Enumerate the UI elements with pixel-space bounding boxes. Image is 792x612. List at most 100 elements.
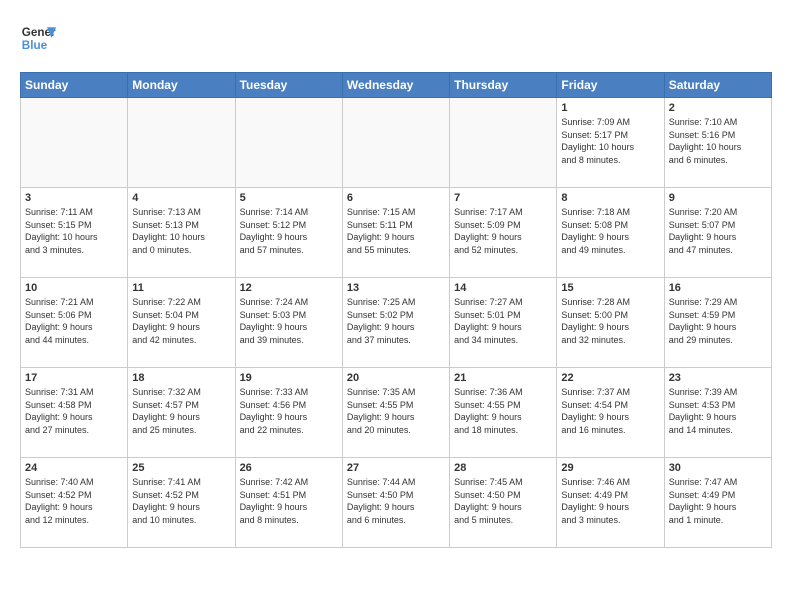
calendar-cell: 28 Sunrise: 7:45 AM Sunset: 4:50 PM Dayli… bbox=[450, 458, 557, 548]
day-number: 16 bbox=[669, 282, 767, 294]
day-number: 5 bbox=[240, 192, 338, 204]
day-number: 28 bbox=[454, 462, 552, 474]
day-info: Sunrise: 7:39 AM Sunset: 4:53 PM Dayligh… bbox=[669, 386, 767, 436]
calendar-cell: 6 Sunrise: 7:15 AM Sunset: 5:11 PM Daylig… bbox=[342, 188, 449, 278]
day-info: Sunrise: 7:10 AM Sunset: 5:16 PM Dayligh… bbox=[669, 116, 767, 166]
day-info: Sunrise: 7:15 AM Sunset: 5:11 PM Dayligh… bbox=[347, 206, 445, 256]
calendar-cell: 9 Sunrise: 7:20 AM Sunset: 5:07 PM Daylig… bbox=[664, 188, 771, 278]
day-number: 6 bbox=[347, 192, 445, 204]
calendar-cell: 29 Sunrise: 7:46 AM Sunset: 4:49 PM Dayli… bbox=[557, 458, 664, 548]
day-number: 20 bbox=[347, 372, 445, 384]
calendar-cell: 7 Sunrise: 7:17 AM Sunset: 5:09 PM Daylig… bbox=[450, 188, 557, 278]
day-number: 30 bbox=[669, 462, 767, 474]
day-info: Sunrise: 7:40 AM Sunset: 4:52 PM Dayligh… bbox=[25, 476, 123, 526]
calendar-cell: 11 Sunrise: 7:22 AM Sunset: 5:04 PM Dayli… bbox=[128, 278, 235, 368]
day-info: Sunrise: 7:09 AM Sunset: 5:17 PM Dayligh… bbox=[561, 116, 659, 166]
day-number: 24 bbox=[25, 462, 123, 474]
day-info: Sunrise: 7:17 AM Sunset: 5:09 PM Dayligh… bbox=[454, 206, 552, 256]
day-info: Sunrise: 7:35 AM Sunset: 4:55 PM Dayligh… bbox=[347, 386, 445, 436]
calendar-cell: 8 Sunrise: 7:18 AM Sunset: 5:08 PM Daylig… bbox=[557, 188, 664, 278]
weekday-header-tuesday: Tuesday bbox=[235, 73, 342, 98]
day-number: 26 bbox=[240, 462, 338, 474]
day-info: Sunrise: 7:31 AM Sunset: 4:58 PM Dayligh… bbox=[25, 386, 123, 436]
weekday-header-wednesday: Wednesday bbox=[342, 73, 449, 98]
day-info: Sunrise: 7:46 AM Sunset: 4:49 PM Dayligh… bbox=[561, 476, 659, 526]
day-number: 8 bbox=[561, 192, 659, 204]
day-number: 11 bbox=[132, 282, 230, 294]
day-info: Sunrise: 7:44 AM Sunset: 4:50 PM Dayligh… bbox=[347, 476, 445, 526]
calendar-table: SundayMondayTuesdayWednesdayThursdayFrid… bbox=[20, 72, 772, 548]
calendar-cell bbox=[342, 98, 449, 188]
day-number: 10 bbox=[25, 282, 123, 294]
day-number: 19 bbox=[240, 372, 338, 384]
day-number: 13 bbox=[347, 282, 445, 294]
svg-text:Blue: Blue bbox=[22, 39, 48, 52]
calendar-cell bbox=[450, 98, 557, 188]
day-number: 3 bbox=[25, 192, 123, 204]
calendar-cell: 17 Sunrise: 7:31 AM Sunset: 4:58 PM Dayli… bbox=[21, 368, 128, 458]
calendar-cell bbox=[128, 98, 235, 188]
day-info: Sunrise: 7:37 AM Sunset: 4:54 PM Dayligh… bbox=[561, 386, 659, 436]
day-info: Sunrise: 7:42 AM Sunset: 4:51 PM Dayligh… bbox=[240, 476, 338, 526]
day-number: 15 bbox=[561, 282, 659, 294]
logo: General Blue bbox=[20, 20, 56, 56]
calendar-cell: 21 Sunrise: 7:36 AM Sunset: 4:55 PM Dayli… bbox=[450, 368, 557, 458]
weekday-header-row: SundayMondayTuesdayWednesdayThursdayFrid… bbox=[21, 73, 772, 98]
calendar-cell: 24 Sunrise: 7:40 AM Sunset: 4:52 PM Dayli… bbox=[21, 458, 128, 548]
calendar-cell: 20 Sunrise: 7:35 AM Sunset: 4:55 PM Dayli… bbox=[342, 368, 449, 458]
calendar-cell bbox=[235, 98, 342, 188]
calendar-cell: 2 Sunrise: 7:10 AM Sunset: 5:16 PM Daylig… bbox=[664, 98, 771, 188]
day-number: 9 bbox=[669, 192, 767, 204]
calendar-cell: 25 Sunrise: 7:41 AM Sunset: 4:52 PM Dayli… bbox=[128, 458, 235, 548]
calendar-week-row: 1 Sunrise: 7:09 AM Sunset: 5:17 PM Daylig… bbox=[21, 98, 772, 188]
calendar-cell: 1 Sunrise: 7:09 AM Sunset: 5:17 PM Daylig… bbox=[557, 98, 664, 188]
calendar-cell: 18 Sunrise: 7:32 AM Sunset: 4:57 PM Dayli… bbox=[128, 368, 235, 458]
day-info: Sunrise: 7:45 AM Sunset: 4:50 PM Dayligh… bbox=[454, 476, 552, 526]
calendar-cell: 16 Sunrise: 7:29 AM Sunset: 4:59 PM Dayli… bbox=[664, 278, 771, 368]
calendar-week-row: 17 Sunrise: 7:31 AM Sunset: 4:58 PM Dayli… bbox=[21, 368, 772, 458]
day-number: 29 bbox=[561, 462, 659, 474]
day-info: Sunrise: 7:29 AM Sunset: 4:59 PM Dayligh… bbox=[669, 296, 767, 346]
calendar-cell: 10 Sunrise: 7:21 AM Sunset: 5:06 PM Dayli… bbox=[21, 278, 128, 368]
day-number: 14 bbox=[454, 282, 552, 294]
day-number: 18 bbox=[132, 372, 230, 384]
day-info: Sunrise: 7:14 AM Sunset: 5:12 PM Dayligh… bbox=[240, 206, 338, 256]
day-info: Sunrise: 7:41 AM Sunset: 4:52 PM Dayligh… bbox=[132, 476, 230, 526]
calendar-week-row: 3Sunrise: 7:11 AM Sunset: 5:15 PM Daylig… bbox=[21, 188, 772, 278]
day-info: Sunrise: 7:18 AM Sunset: 5:08 PM Dayligh… bbox=[561, 206, 659, 256]
day-info: Sunrise: 7:32 AM Sunset: 4:57 PM Dayligh… bbox=[132, 386, 230, 436]
day-number: 17 bbox=[25, 372, 123, 384]
day-number: 1 bbox=[561, 102, 659, 114]
day-number: 2 bbox=[669, 102, 767, 114]
calendar-cell: 14Sunrise: 7:27 AM Sunset: 5:01 PM Dayli… bbox=[450, 278, 557, 368]
calendar-cell: 30 Sunrise: 7:47 AM Sunset: 4:49 PM Dayli… bbox=[664, 458, 771, 548]
day-number: 21 bbox=[454, 372, 552, 384]
day-info: Sunrise: 7:24 AM Sunset: 5:03 PM Dayligh… bbox=[240, 296, 338, 346]
day-info: Sunrise: 7:33 AM Sunset: 4:56 PM Dayligh… bbox=[240, 386, 338, 436]
day-info: Sunrise: 7:28 AM Sunset: 5:00 PM Dayligh… bbox=[561, 296, 659, 346]
day-number: 22 bbox=[561, 372, 659, 384]
day-info: Sunrise: 7:25 AM Sunset: 5:02 PM Dayligh… bbox=[347, 296, 445, 346]
day-number: 25 bbox=[132, 462, 230, 474]
calendar-week-row: 10 Sunrise: 7:21 AM Sunset: 5:06 PM Dayli… bbox=[21, 278, 772, 368]
day-number: 12 bbox=[240, 282, 338, 294]
weekday-header-thursday: Thursday bbox=[450, 73, 557, 98]
day-info: Sunrise: 7:22 AM Sunset: 5:04 PM Dayligh… bbox=[132, 296, 230, 346]
calendar-cell: 22 Sunrise: 7:37 AM Sunset: 4:54 PM Dayli… bbox=[557, 368, 664, 458]
calendar-cell: 13 Sunrise: 7:25 AM Sunset: 5:02 PM Dayli… bbox=[342, 278, 449, 368]
calendar-cell: 23Sunrise: 7:39 AM Sunset: 4:53 PM Dayli… bbox=[664, 368, 771, 458]
day-info: Sunrise: 7:47 AM Sunset: 4:49 PM Dayligh… bbox=[669, 476, 767, 526]
weekday-header-monday: Monday bbox=[128, 73, 235, 98]
calendar-week-row: 24 Sunrise: 7:40 AM Sunset: 4:52 PM Dayli… bbox=[21, 458, 772, 548]
day-number: 7 bbox=[454, 192, 552, 204]
weekday-header-saturday: Saturday bbox=[664, 73, 771, 98]
weekday-header-friday: Friday bbox=[557, 73, 664, 98]
day-info: Sunrise: 7:21 AM Sunset: 5:06 PM Dayligh… bbox=[25, 296, 123, 346]
calendar-cell bbox=[21, 98, 128, 188]
calendar-cell: 26 Sunrise: 7:42 AM Sunset: 4:51 PM Dayli… bbox=[235, 458, 342, 548]
day-info: Sunrise: 7:20 AM Sunset: 5:07 PM Dayligh… bbox=[669, 206, 767, 256]
weekday-header-sunday: Sunday bbox=[21, 73, 128, 98]
calendar-cell: 12 Sunrise: 7:24 AM Sunset: 5:03 PM Dayli… bbox=[235, 278, 342, 368]
calendar-cell: 3Sunrise: 7:11 AM Sunset: 5:15 PM Daylig… bbox=[21, 188, 128, 278]
day-info: Sunrise: 7:36 AM Sunset: 4:55 PM Dayligh… bbox=[454, 386, 552, 436]
